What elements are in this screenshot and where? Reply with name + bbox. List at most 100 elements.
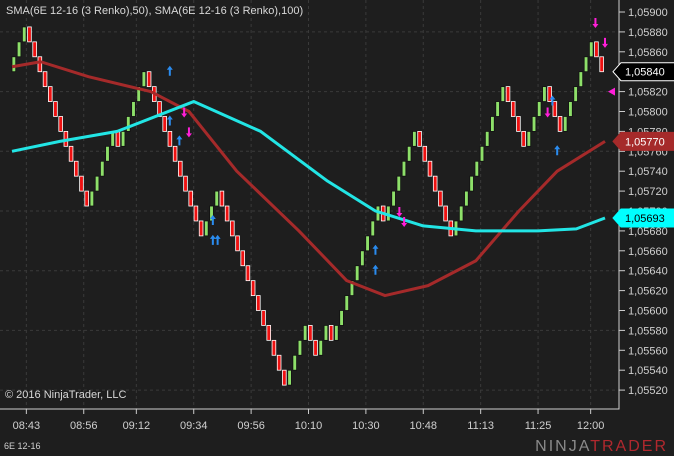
renko-brick-down bbox=[48, 86, 53, 102]
renko-brick-down bbox=[261, 310, 266, 326]
x-tick-label: 12:00 bbox=[577, 420, 605, 432]
y-tick-label: 1,05740 bbox=[628, 166, 668, 178]
arrow-up-icon bbox=[372, 264, 379, 275]
renko-brick-down bbox=[427, 160, 433, 177]
y-tick-label: 1,05800 bbox=[628, 107, 668, 119]
x-tick-label: 09:34 bbox=[180, 420, 208, 432]
renko-brick-up bbox=[474, 160, 480, 177]
y-tick-label: 1,05540 bbox=[628, 365, 668, 377]
y-tick-label: 1,05680 bbox=[628, 226, 668, 238]
ninjatrader-logo: NINJATRADER bbox=[535, 438, 668, 455]
renko-brick-down bbox=[552, 101, 558, 117]
renko-brick-down bbox=[79, 175, 84, 192]
renko-brick-up bbox=[287, 369, 292, 386]
renko-brick-up bbox=[11, 56, 17, 73]
renko-brick-down bbox=[271, 339, 277, 356]
renko-brick-up bbox=[354, 265, 360, 282]
renko-brick-down bbox=[230, 220, 235, 237]
renko-brick-down bbox=[516, 116, 521, 132]
renko-brick-up bbox=[464, 190, 469, 207]
instrument-label: 6E 12-16 bbox=[4, 441, 41, 451]
renko-brick-up bbox=[339, 310, 344, 326]
renko-chart[interactable]: 08:43 08:56 09:12 09:34 09:56 10:10 10:30 10:48… bbox=[0, 0, 674, 456]
renko-brick-down bbox=[53, 101, 58, 117]
renko-brick-up bbox=[578, 71, 584, 88]
x-tick-label: 09:56 bbox=[237, 420, 265, 432]
renko-brick-up bbox=[490, 116, 495, 132]
arrow-down-icon bbox=[592, 17, 599, 28]
renko-brick-up bbox=[536, 101, 542, 117]
renko-brick-up bbox=[406, 145, 412, 162]
price-marker-label: 1,05693 bbox=[625, 213, 665, 225]
renko-brick-up bbox=[542, 86, 547, 102]
y-tick-label: 1,05820 bbox=[628, 87, 668, 99]
renko-brick-up bbox=[391, 190, 396, 207]
renko-brick-down bbox=[58, 116, 63, 132]
renko-brick-down bbox=[224, 205, 230, 222]
x-tick-label: 11:13 bbox=[467, 420, 494, 432]
renko-brick-down bbox=[245, 265, 251, 282]
y-tick-label: 1,05640 bbox=[628, 266, 668, 278]
renko-brick-up bbox=[94, 175, 100, 192]
renko-brick-up bbox=[412, 130, 417, 147]
renko-brick-up bbox=[360, 250, 365, 267]
renko-brick-down bbox=[84, 190, 89, 207]
renko-brick-down bbox=[256, 295, 261, 311]
arrow-down-icon bbox=[544, 107, 551, 118]
renko-brick-down bbox=[282, 369, 287, 386]
renko-brick-down bbox=[74, 160, 79, 177]
renko-brick-down bbox=[276, 354, 282, 371]
renko-brick-up bbox=[370, 220, 376, 237]
y-tick-label: 1,05580 bbox=[628, 325, 668, 337]
y-tick-label: 1,05720 bbox=[628, 186, 668, 198]
renko-brick-down bbox=[37, 56, 43, 73]
renko-brick-down bbox=[505, 86, 511, 102]
y-tick-label: 1,05520 bbox=[628, 385, 668, 397]
renko-brick-down bbox=[328, 325, 334, 341]
renko-brick-up bbox=[344, 295, 350, 311]
renko-brick-up bbox=[573, 86, 578, 102]
renko-brick-up bbox=[484, 130, 490, 147]
y-tick-label: 1,05900 bbox=[628, 7, 668, 19]
price-marker: 1,05693 bbox=[612, 208, 674, 228]
renko-brick-up bbox=[131, 101, 136, 117]
arrow-up-icon bbox=[166, 115, 173, 126]
renko-brick-down bbox=[510, 101, 516, 117]
indicator-legend: SMA(6E 12-16 (3 Renko),50), SMA(6E 12-16… bbox=[6, 5, 304, 17]
renko-brick-up bbox=[105, 145, 110, 162]
renko-brick-down bbox=[235, 235, 240, 252]
renko-brick-up bbox=[531, 116, 537, 132]
renko-brick-down bbox=[172, 145, 178, 162]
renko-brick-up bbox=[297, 339, 303, 356]
renko-brick-down bbox=[193, 205, 199, 222]
renko-brick-up bbox=[495, 101, 500, 117]
arrow-up-icon bbox=[176, 135, 183, 146]
renko-brick-down bbox=[68, 145, 74, 162]
arrow-up-icon bbox=[166, 65, 173, 76]
renko-brick-down bbox=[27, 26, 32, 43]
renko-brick-up bbox=[22, 26, 27, 43]
renko-brick-up bbox=[302, 325, 308, 341]
renko-brick-down bbox=[417, 130, 422, 147]
y-tick-label: 1,05860 bbox=[628, 47, 668, 59]
renko-brick-up bbox=[568, 101, 573, 117]
y-tick-label: 1,05660 bbox=[628, 246, 668, 258]
x-tick-label: 08:43 bbox=[13, 420, 41, 432]
renko-brick-down bbox=[599, 56, 604, 73]
renko-brick-down bbox=[438, 190, 443, 207]
arrow-left-icon bbox=[608, 87, 615, 96]
renko-brick-down bbox=[250, 280, 256, 296]
renko-brick-down bbox=[521, 130, 526, 147]
renko-brick-down bbox=[557, 116, 563, 132]
price-marker: 1,05770 bbox=[612, 131, 674, 151]
renko-brick-down bbox=[422, 145, 428, 162]
renko-brick-up bbox=[526, 130, 532, 147]
renko-brick-up bbox=[100, 160, 105, 177]
copyright-text: © 2016 NinjaTrader, LLC bbox=[5, 389, 127, 401]
renko-brick-down bbox=[219, 190, 225, 207]
price-marker: 1,05840 bbox=[612, 62, 674, 82]
renko-brick-up bbox=[318, 339, 324, 356]
y-tick-label: 1,05560 bbox=[628, 345, 668, 357]
renko-brick-up bbox=[396, 175, 402, 192]
arrow-up-icon bbox=[214, 234, 221, 245]
